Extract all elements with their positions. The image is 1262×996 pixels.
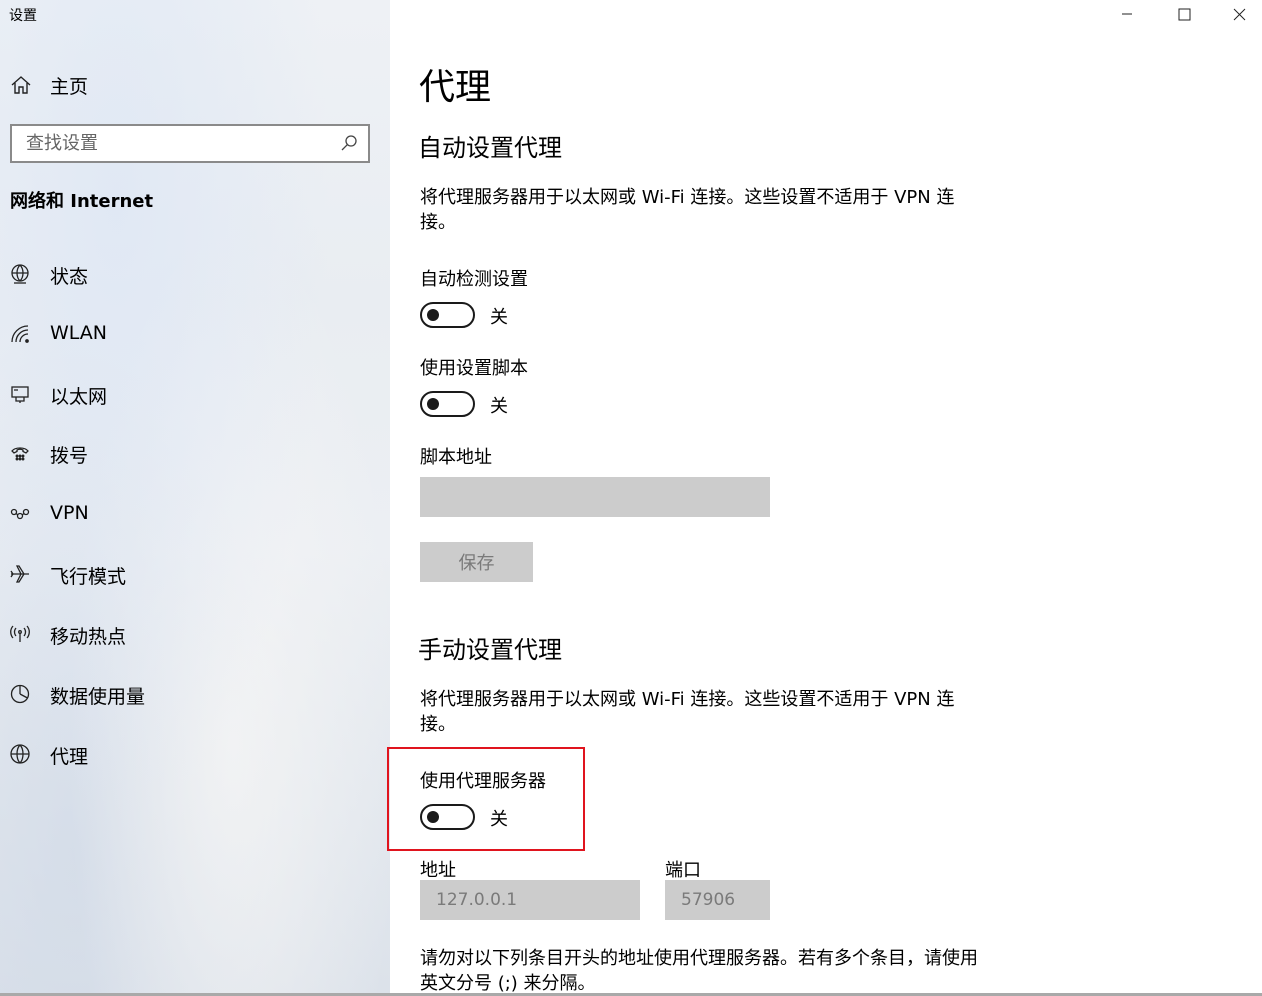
sidebar-item-airplane-mode[interactable]: 飞行模式 — [0, 551, 390, 597]
data-usage-icon — [9, 683, 31, 705]
auto-detect-state: 关 — [490, 307, 508, 328]
use-proxy-state: 关 — [490, 809, 508, 830]
proxy-port-input[interactable] — [665, 880, 770, 920]
toggle-knob — [427, 309, 439, 321]
sidebar-item-ethernet[interactable]: 以太网 — [0, 371, 390, 417]
manual-proxy-description: 将代理服务器用于以太网或 Wi-Fi 连接。这些设置不适用于 VPN 连接。 — [420, 689, 955, 735]
sidebar-item-wlan[interactable]: WLAN — [0, 311, 390, 357]
ethernet-icon — [9, 383, 31, 405]
sidebar-item-status[interactable]: 状态 — [0, 251, 390, 297]
globe-icon — [9, 743, 31, 765]
main-content: 代理 自动设置代理 将代理服务器用于以太网或 Wi-Fi 连接。这些设置不适用于… — [387, 0, 1262, 996]
sidebar-item-label: 飞行模式 — [50, 566, 127, 588]
vpn-icon — [9, 503, 31, 525]
search-input[interactable] — [12, 126, 336, 161]
sidebar-item-label: 数据使用量 — [50, 686, 146, 708]
sidebar-item-hotspot[interactable]: 移动热点 — [0, 611, 390, 657]
home-label: 主页 — [50, 76, 89, 98]
toggle-knob — [427, 811, 439, 823]
sidebar-item-label: 状态 — [50, 266, 89, 288]
auto-detect-toggle[interactable] — [420, 302, 475, 328]
setup-script-label: 使用设置脚本 — [420, 358, 528, 379]
dialup-icon — [9, 442, 31, 464]
auto-proxy-description: 将代理服务器用于以太网或 Wi-Fi 连接。这些设置不适用于 VPN 连接。 — [420, 187, 955, 233]
sidebar-item-label: 以太网 — [50, 386, 108, 408]
airplane-icon — [9, 563, 31, 585]
sidebar-item-label: WLAN — [50, 322, 108, 344]
sidebar-item-label: VPN — [50, 502, 89, 524]
auto-proxy-heading: 自动设置代理 — [418, 134, 562, 162]
auto-detect-label: 自动检测设置 — [420, 269, 528, 290]
sidebar-item-label: 移动热点 — [50, 626, 127, 648]
use-proxy-label: 使用代理服务器 — [420, 771, 546, 792]
script-address-label: 脚本地址 — [420, 447, 492, 468]
home-icon — [10, 74, 32, 96]
proxy-exceptions-text: 请勿对以下列条目开头的地址使用代理服务器。若有多个条目，请使用英文分号 (;) … — [420, 948, 978, 994]
proxy-port-label: 端口 — [665, 860, 701, 881]
sidebar-item-proxy[interactable]: 代理 — [0, 731, 390, 777]
wifi-icon — [9, 323, 31, 345]
toggle-knob — [427, 398, 439, 410]
save-button[interactable]: 保存 — [420, 542, 533, 582]
proxy-address-label: 地址 — [420, 860, 456, 881]
section-title: 网络和 Internet — [10, 191, 154, 212]
setup-script-toggle[interactable] — [420, 391, 475, 417]
use-proxy-toggle[interactable] — [420, 804, 475, 830]
sidebar-item-vpn[interactable]: VPN — [0, 491, 390, 537]
window-title: 设置 — [9, 8, 37, 24]
highlight-annotation-box — [387, 747, 585, 851]
page-title: 代理 — [419, 67, 492, 108]
manual-proxy-heading: 手动设置代理 — [418, 636, 562, 664]
sidebar-item-dialup[interactable]: 拨号 — [0, 430, 390, 476]
sidebar-item-data-usage[interactable]: 数据使用量 — [0, 671, 390, 717]
sidebar-item-label: 代理 — [50, 746, 89, 768]
setup-script-state: 关 — [490, 396, 508, 417]
hotspot-icon — [9, 623, 31, 645]
sidebar-item-label: 拨号 — [50, 445, 89, 467]
proxy-address-input[interactable] — [420, 880, 640, 920]
home-nav-item[interactable]: 主页 — [0, 64, 390, 104]
sidebar: 设置 主页 网络和 Internet 状态 — [0, 0, 390, 996]
script-address-input[interactable] — [420, 477, 770, 517]
search-box[interactable] — [10, 124, 370, 163]
status-globe-icon — [9, 263, 31, 285]
search-icon[interactable] — [340, 134, 358, 152]
